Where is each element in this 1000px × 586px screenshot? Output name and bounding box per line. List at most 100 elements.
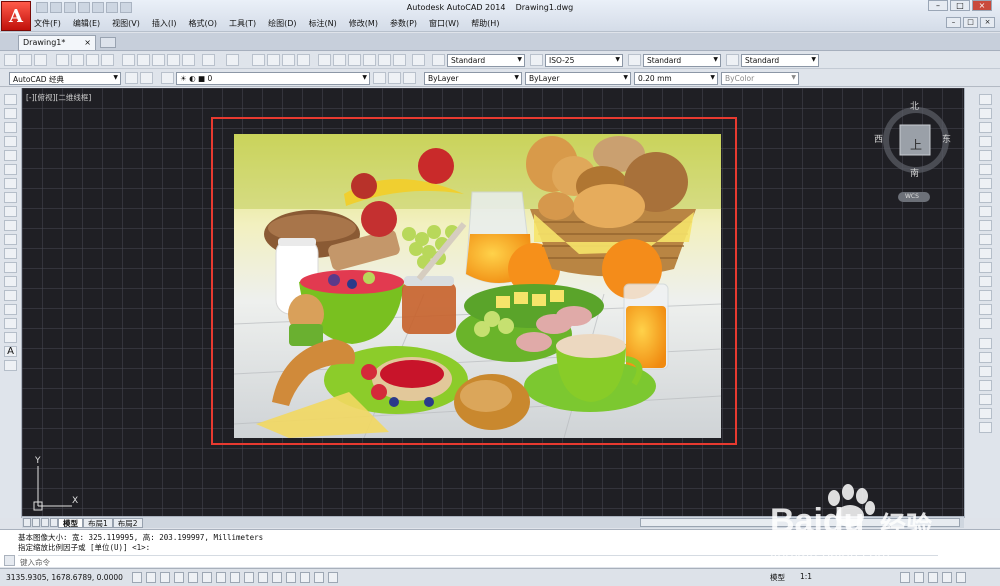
send-back-icon[interactable] xyxy=(979,366,992,377)
text-front-icon[interactable] xyxy=(979,408,992,419)
compass-east-label[interactable]: 东 xyxy=(942,132,951,145)
tab-drawing1[interactable]: Drawing1* × xyxy=(18,35,96,50)
rectangle-icon[interactable] xyxy=(4,150,17,161)
save-as-icon[interactable] xyxy=(78,2,90,13)
close-button[interactable]: × xyxy=(972,0,992,11)
menu-view[interactable]: 视图(V) xyxy=(112,18,140,29)
layer-state-icon[interactable] xyxy=(403,72,416,84)
redo-tool-icon[interactable] xyxy=(226,54,239,66)
copy-object-icon[interactable] xyxy=(979,108,992,119)
maximize-button[interactable]: □ xyxy=(950,0,970,11)
mtext-icon[interactable]: A xyxy=(4,346,17,357)
bring-above-icon[interactable] xyxy=(979,380,992,391)
sheet-set-icon[interactable] xyxy=(363,54,376,66)
horizontal-scrollbar[interactable] xyxy=(640,518,960,527)
open-file-icon[interactable] xyxy=(19,54,32,66)
move-icon[interactable] xyxy=(979,164,992,175)
plot-icon[interactable] xyxy=(56,54,69,66)
blend-icon[interactable] xyxy=(979,304,992,315)
menu-help[interactable]: 帮助(H) xyxy=(471,18,499,29)
menu-modify[interactable]: 修改(M) xyxy=(349,18,378,29)
hardware-acceleration-icon[interactable] xyxy=(928,572,938,583)
menu-insert[interactable]: 插入(I) xyxy=(152,18,177,29)
lineweight-select[interactable]: 0.20 mm ▼ xyxy=(634,72,718,85)
infer-constraints-icon[interactable] xyxy=(132,572,142,583)
cursor-coordinates[interactable]: 3135.9305, 1678.6789, 0.0000 xyxy=(6,573,123,582)
region-icon[interactable] xyxy=(4,318,17,329)
ellipse-arc-icon[interactable] xyxy=(4,234,17,245)
stretch-icon[interactable] xyxy=(979,206,992,217)
table-icon[interactable] xyxy=(4,332,17,343)
last-layout-icon[interactable] xyxy=(50,518,58,527)
bring-front-icon[interactable] xyxy=(979,352,992,363)
menu-edit[interactable]: 编辑(E) xyxy=(73,18,100,29)
markup-icon[interactable] xyxy=(378,54,391,66)
workspace-settings-icon[interactable] xyxy=(125,72,138,84)
make-block-icon[interactable] xyxy=(4,262,17,273)
menu-dimension[interactable]: 标注(N) xyxy=(309,18,337,29)
selection-cycling-icon[interactable] xyxy=(314,572,324,583)
plotstyle-select[interactable]: ByColor ▼ xyxy=(721,72,799,85)
paste-icon[interactable] xyxy=(152,54,165,66)
clean-screen-icon[interactable] xyxy=(956,572,966,583)
extend-icon[interactable] xyxy=(979,234,992,245)
table-style-select[interactable]: Standard ▼ xyxy=(643,54,721,67)
menu-parametric[interactable]: 参数(P) xyxy=(390,18,417,29)
viewcube-top-face[interactable]: 上 xyxy=(910,136,922,153)
tab-layout1[interactable]: 布局1 xyxy=(83,517,113,528)
chamfer-icon[interactable] xyxy=(979,276,992,287)
layer-properties-icon[interactable] xyxy=(161,72,174,84)
pan-icon[interactable] xyxy=(252,54,265,66)
tool-palettes-icon[interactable] xyxy=(348,54,361,66)
make-current-layer-icon[interactable] xyxy=(373,72,386,84)
spline-icon[interactable] xyxy=(4,206,17,217)
zoom-realtime-icon[interactable] xyxy=(267,54,280,66)
3d-osnap-icon[interactable] xyxy=(216,572,226,583)
polygon-icon[interactable] xyxy=(4,136,17,147)
menu-format[interactable]: 格式(O) xyxy=(188,18,217,29)
mleader-style-select[interactable]: Standard ▼ xyxy=(741,54,819,67)
doc-restore-button[interactable]: □ xyxy=(963,17,978,28)
annotation-monitor-icon[interactable] xyxy=(328,572,338,583)
circle-icon[interactable] xyxy=(4,178,17,189)
menu-file[interactable]: 文件(F) xyxy=(34,18,61,29)
compass-south-label[interactable]: 南 xyxy=(910,166,919,179)
open-icon[interactable] xyxy=(50,2,62,13)
viewport-controls-label[interactable]: [-][俯视][二维线框] xyxy=(26,92,91,103)
quick-properties-icon[interactable] xyxy=(300,572,310,583)
zoom-previous-icon[interactable] xyxy=(297,54,310,66)
drawing-viewport[interactable]: [-][俯视][二维线框] 北 上 西 东 南 WCS Y X xyxy=(22,88,964,516)
revision-cloud-icon[interactable] xyxy=(4,192,17,203)
cut-icon[interactable] xyxy=(122,54,135,66)
arc-icon[interactable] xyxy=(4,164,17,175)
color-select[interactable]: ByLayer ▼ xyxy=(424,72,522,85)
workspace-select[interactable]: AutoCAD 经典 ▼ xyxy=(9,72,121,85)
grid-display-icon[interactable] xyxy=(160,572,170,583)
copy-icon[interactable] xyxy=(137,54,150,66)
menu-window[interactable]: 窗口(W) xyxy=(429,18,459,29)
new-tab-button[interactable] xyxy=(100,37,116,48)
minimize-button[interactable]: – xyxy=(928,0,948,11)
undo-icon[interactable] xyxy=(106,2,118,13)
layer-previous-icon[interactable] xyxy=(388,72,401,84)
add-selected-icon[interactable] xyxy=(4,360,17,371)
polar-tracking-icon[interactable] xyxy=(188,572,198,583)
otrack-icon[interactable] xyxy=(230,572,240,583)
break-icon[interactable] xyxy=(979,248,992,259)
first-layout-icon[interactable] xyxy=(23,518,31,527)
block-editor-icon[interactable] xyxy=(182,54,195,66)
snap-mode-icon[interactable] xyxy=(146,572,156,583)
match-properties-icon[interactable] xyxy=(167,54,180,66)
hatch-icon[interactable] xyxy=(4,290,17,301)
tab-model[interactable]: 模型 xyxy=(58,517,83,528)
construction-line-icon[interactable] xyxy=(4,108,17,119)
transparency-icon[interactable] xyxy=(286,572,296,583)
offset-icon[interactable] xyxy=(979,136,992,147)
dynamic-input-icon[interactable] xyxy=(258,572,268,583)
menu-draw[interactable]: 绘图(D) xyxy=(268,18,296,29)
undo-tool-icon[interactable] xyxy=(202,54,215,66)
workspace-switch-icon[interactable] xyxy=(900,572,910,583)
rotate-icon[interactable] xyxy=(979,178,992,189)
point-icon[interactable] xyxy=(4,276,17,287)
model-space-button[interactable]: 模型 xyxy=(770,572,785,583)
